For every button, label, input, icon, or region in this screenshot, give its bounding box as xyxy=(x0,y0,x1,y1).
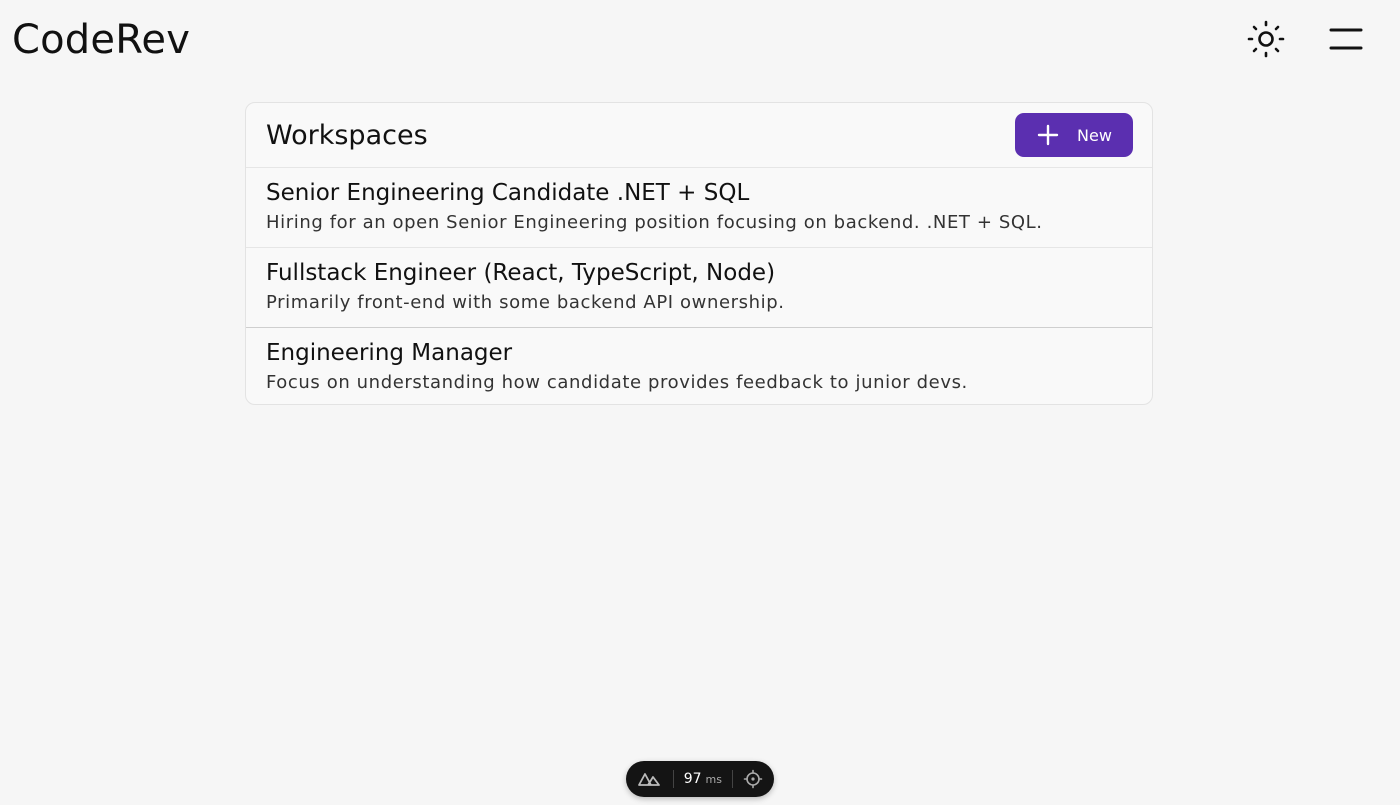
devtools-divider xyxy=(672,770,674,788)
devtools-bar: 97 ms xyxy=(626,761,774,797)
render-time-readout[interactable]: 97 ms xyxy=(684,771,722,787)
workspaces-header: Workspaces New xyxy=(246,103,1152,168)
workspaces-card: Workspaces New Senior Engineering Candid… xyxy=(245,102,1153,405)
workspace-title: Engineering Manager xyxy=(266,340,513,366)
devtools-divider xyxy=(732,770,733,788)
crosshair-icon[interactable] xyxy=(743,769,764,789)
nuxt-logo-icon[interactable] xyxy=(636,771,663,787)
render-time-value: 97 xyxy=(683,771,702,787)
workspaces-title: Workspaces xyxy=(266,119,428,151)
workspace-title: Fullstack Engineer (React, TypeScript, N… xyxy=(266,260,776,286)
workspace-item[interactable]: Fullstack Engineer (React, TypeScript, N… xyxy=(246,248,1152,328)
workspace-description: Focus on understanding how candidate pro… xyxy=(266,372,968,393)
plus-icon xyxy=(1037,124,1059,146)
new-workspace-button[interactable]: New xyxy=(1015,113,1133,157)
menu-button[interactable] xyxy=(1324,18,1368,62)
sun-icon xyxy=(1247,20,1285,61)
theme-toggle-button[interactable] xyxy=(1244,18,1288,62)
workspace-item[interactable]: Engineering Manager Focus on understandi… xyxy=(246,328,1152,404)
app-root: CodeRev Workspaces New Senior Engineerin… xyxy=(0,0,1400,805)
app-brand[interactable]: CodeRev xyxy=(12,14,190,66)
new-button-label: New xyxy=(1077,125,1112,145)
workspace-title: Senior Engineering Candidate .NET + SQL xyxy=(266,180,750,206)
workspace-description: Hiring for an open Senior Engineering po… xyxy=(266,212,1043,233)
workspace-item[interactable]: Senior Engineering Candidate .NET + SQL … xyxy=(246,168,1152,248)
render-time-unit: ms xyxy=(705,772,722,786)
workspace-description: Primarily front-end with some backend AP… xyxy=(266,292,785,313)
menu-icon xyxy=(1328,25,1364,56)
